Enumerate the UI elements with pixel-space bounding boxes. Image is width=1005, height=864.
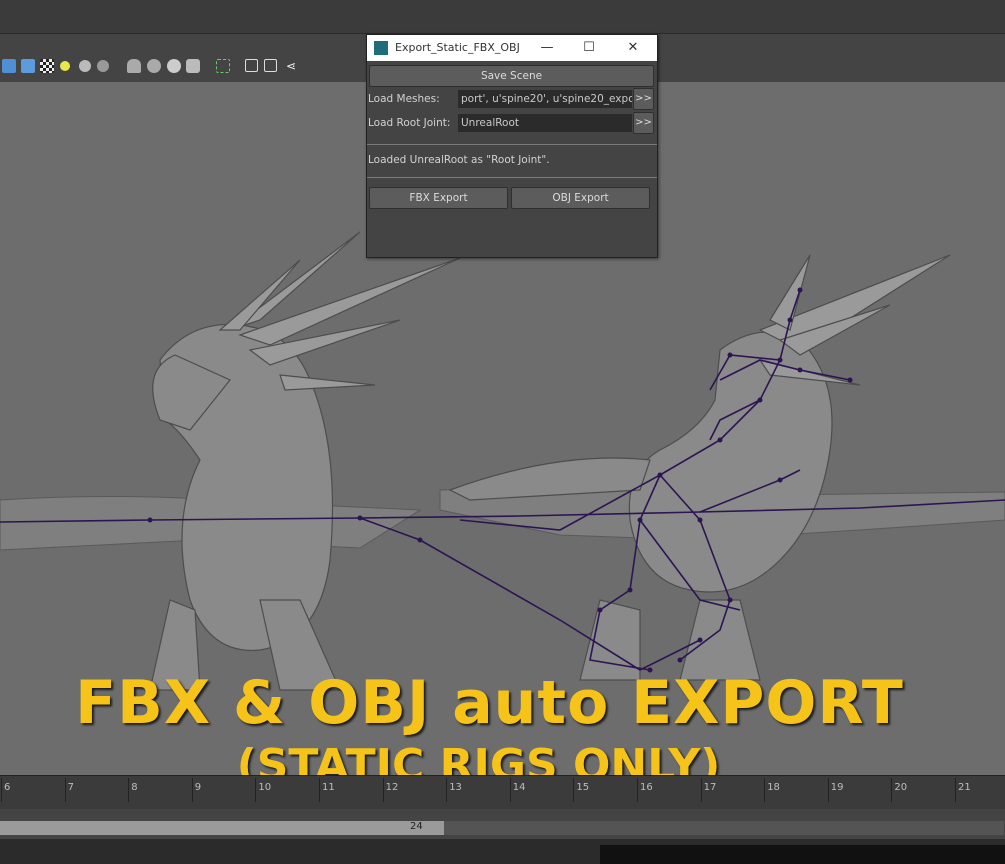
save-scene-button[interactable]: Save Scene xyxy=(369,65,654,87)
minimize-button[interactable]: — xyxy=(535,38,559,58)
timeline-tick xyxy=(191,778,193,802)
time-slider[interactable]: 6 7 8 9 10 11 12 13 14 15 16 17 18 19 20 21 xyxy=(0,775,1005,809)
timeline-tick-label: 17 xyxy=(703,782,717,793)
fbx-export-button[interactable]: FBX Export xyxy=(369,187,508,209)
sphere-dark-icon[interactable] xyxy=(97,60,109,72)
dialog-title: Export_Static_FBX_OBJ xyxy=(395,41,520,54)
load-meshes-button[interactable]: >> xyxy=(633,88,654,110)
cube-shaded-icon[interactable] xyxy=(2,59,16,73)
maximize-button[interactable]: ☐ xyxy=(577,38,601,58)
box2-icon[interactable] xyxy=(264,59,277,72)
load-root-joint-field[interactable]: UnrealRoot xyxy=(458,114,632,132)
timeline-tick-label: 19 xyxy=(830,782,844,793)
timeline-tick-label: 7 xyxy=(67,782,74,793)
timeline-tick xyxy=(1,778,2,802)
timeline-tick xyxy=(827,778,829,802)
timeline-tick-label: 21 xyxy=(958,782,971,793)
timeline-tick xyxy=(319,778,320,802)
maya-app-icon xyxy=(374,41,388,55)
load-root-joint-button[interactable]: >> xyxy=(633,112,654,134)
timeline-tick-label: 6 xyxy=(4,782,11,793)
separator xyxy=(367,144,657,145)
load-root-joint-label: Load Root Joint: xyxy=(368,117,451,129)
range-slider[interactable]: 24 xyxy=(0,813,1005,839)
dialog-titlebar[interactable]: Export_Static_FBX_OBJ — ☐ ✕ xyxy=(367,35,657,61)
share-icon[interactable]: ⋖ xyxy=(284,59,298,73)
sphere-icon[interactable] xyxy=(79,60,91,72)
command-line xyxy=(0,839,1005,864)
load-meshes-field[interactable]: port', u'spine20', u'spine20_export'] xyxy=(458,90,632,108)
light-icon[interactable] xyxy=(60,61,70,71)
timeline-tick xyxy=(891,778,893,802)
timeline-tick xyxy=(255,778,257,802)
promo-headline: FBX & OBJ auto EXPORT xyxy=(75,668,904,738)
range-end-frame: 24 xyxy=(410,821,423,832)
timeline-tick-label: 10 xyxy=(258,782,272,793)
bevel-icon[interactable] xyxy=(186,59,200,73)
range-bar[interactable] xyxy=(0,821,444,835)
status-message: Loaded UnrealRoot as "Root Joint". xyxy=(368,154,550,166)
timeline-tick xyxy=(128,778,130,802)
select-icon[interactable] xyxy=(216,59,230,73)
help-line xyxy=(600,845,1005,864)
bust-icon[interactable] xyxy=(127,59,141,73)
half-sphere-icon[interactable] xyxy=(167,59,181,73)
blob-icon[interactable] xyxy=(147,59,161,73)
timeline-tick-label: 20 xyxy=(894,782,908,793)
timeline-tick-label: 9 xyxy=(194,782,202,793)
timeline-tick xyxy=(573,778,575,802)
timeline-tick-label: 13 xyxy=(449,782,462,793)
timeline-tick xyxy=(64,778,66,802)
dragon-right xyxy=(448,254,951,681)
timeline-tick-label: 12 xyxy=(385,782,399,793)
box-icon[interactable] xyxy=(245,59,258,72)
timeline-tick xyxy=(509,778,511,802)
timeline-tick xyxy=(446,778,448,802)
close-button[interactable]: ✕ xyxy=(621,38,645,58)
timeline-tick xyxy=(637,778,638,802)
checker-icon[interactable] xyxy=(40,59,54,73)
timeline-tick xyxy=(382,778,384,802)
export-dialog: Export_Static_FBX_OBJ — ☐ ✕ Save Scene L… xyxy=(366,34,658,258)
range-track xyxy=(444,821,1004,835)
separator xyxy=(367,177,657,178)
timeline-tick-label: 14 xyxy=(512,782,526,793)
timeline-tick xyxy=(764,778,766,802)
timeline-tick-label: 11 xyxy=(322,782,335,793)
maya-menu-bar xyxy=(0,0,1005,34)
load-meshes-label: Load Meshes: xyxy=(368,93,440,105)
timeline-tick-label: 15 xyxy=(576,782,590,793)
timeline-tick-label: 18 xyxy=(767,782,780,793)
cube-wire-icon[interactable] xyxy=(21,59,35,73)
obj-export-button[interactable]: OBJ Export xyxy=(511,187,650,209)
timeline-tick xyxy=(955,778,956,802)
timeline-tick xyxy=(700,778,702,802)
dragon-left xyxy=(149,231,461,691)
timeline-tick-label: 8 xyxy=(131,782,138,793)
timeline-tick-label: 16 xyxy=(640,782,653,793)
